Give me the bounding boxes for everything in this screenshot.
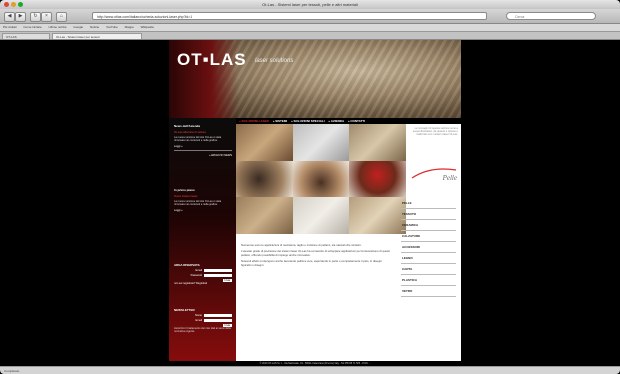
login-email-label: Email [195,269,203,272]
reload-button[interactable]: ↻ [30,12,41,22]
login-password-row: Password [174,274,232,277]
product-image-grid [236,124,406,234]
bookmark-item[interactable]: YouTube [106,25,118,29]
leather-image[interactable] [292,197,350,234]
category-item[interactable]: CARTA [401,264,456,275]
bookmark-item[interactable]: Wikipedia [141,25,154,29]
divider [174,150,232,152]
register-link[interactable]: non sei registrato? Registrati [174,282,232,285]
shoe-image[interactable] [349,160,406,198]
leather-image[interactable] [349,197,406,234]
leather-image[interactable] [236,197,293,234]
bookmarks-bar: Più visitati Come iniziare Ultime notizi… [0,24,620,32]
menu-item-sistemi[interactable]: » SISTEMI [273,119,288,123]
back-arrow-icon: ◀ [7,13,12,19]
content-paragraph: Numerose sono le applicazioni di marcatu… [241,243,362,247]
newsletter-name-label: Nome [195,314,202,317]
hero-banner: OT▪LAS laser solutions [169,40,461,118]
news-read-link[interactable]: Leggi » [174,145,232,148]
category-list: PELLE TESSUTO CERAMICA CALZATURE ACCESSO… [401,198,456,297]
news-archive-link[interactable]: » ARCHIVIO NEWS [174,154,232,157]
bookmark-item[interactable]: Google [73,25,83,29]
menu-item-azienda[interactable]: » AZIENDA [328,119,344,123]
tab-otlas[interactable]: OT-LAS [2,33,50,39]
login-button[interactable]: Invia [222,279,232,282]
news-heading: News dell'Azienda [174,124,201,128]
pelle-panel: Le immagini di questa sezione sono a sco… [406,124,461,192]
url-bar[interactable]: http://www.otlas.com/italiano/scheda-sol… [92,12,487,20]
search-input[interactable]: Cerca [506,12,596,20]
content-paragraph: L'elevato grado di precisione dei sistem… [241,249,390,257]
newsletter-name-field[interactable] [204,314,232,317]
featured-block: In primo piano Nuovi sistemi laser La nu… [174,188,232,212]
leather-image[interactable] [292,124,350,161]
featured-heading: In primo piano [174,188,195,192]
login-password-field[interactable] [204,274,232,277]
tab-strip: OT-LAS Ot-Las - Sistemi laser per tessut… [0,32,620,40]
bookmark-item[interactable]: Ultime notizie [49,25,67,29]
pelle-title: Pelle [442,174,457,182]
privacy-text: Autorizzo il trattamento dei miei dati a… [174,327,231,334]
home-button[interactable]: ⌂ [56,12,67,22]
leather-image[interactable] [349,124,406,161]
status-bar: Completato [0,366,620,374]
site-logo[interactable]: OT▪LAS [177,50,247,70]
navigation-toolbar: ◀ ▶ ↻ × ⌂ http://www.otlas.com/italiano/… [0,9,620,24]
left-sidebar: News dell'Azienda Ot-Las alla fiera di s… [169,118,236,366]
news-subheading: Ot-Las alla fiera di settore [174,130,207,134]
pelle-description: Le immagini di questa sezione sono a sco… [412,127,458,137]
category-item[interactable]: TESSUTO [401,209,456,220]
news-block: News dell'Azienda Ot-Las alla fiera di s… [174,124,232,157]
forward-button[interactable]: ▶ [15,12,26,22]
reserved-area-heading: AREA RISERVATA [174,263,200,267]
featured-read-link[interactable]: Leggi » [174,209,232,212]
newsletter-name-row: Nome [174,314,232,317]
shoe-image[interactable] [292,160,350,198]
bookmark-item[interactable]: Mappe [125,25,134,29]
login-password-label: Password [190,274,202,277]
reload-icon: ↻ [33,13,38,19]
bookmark-item[interactable]: Più visitati [3,25,17,29]
stop-icon: × [45,13,48,19]
bookmark-item[interactable]: Come iniziare [23,25,41,29]
back-button[interactable]: ◀ [4,12,15,22]
forward-arrow-icon: ▶ [18,13,23,19]
reserved-area-block: AREA RISERVATA Email Password Invia non … [174,263,232,285]
login-email-field[interactable] [204,269,232,272]
window-title: Ot-Las - Sistemi laser per tessuti, pell… [262,2,358,7]
shoe-image[interactable] [236,160,293,198]
logo-tagline: laser solutions [255,58,294,64]
category-item[interactable]: CERAMICA [401,220,456,231]
featured-subheading: Nuovi sistemi laser [174,194,198,198]
stop-button[interactable]: × [41,12,52,22]
category-item[interactable]: ACCESSORI [401,242,456,253]
menu-item-soluzioni-speciali[interactable]: » SOLUZIONI SPECIALI [291,119,325,123]
category-item[interactable]: LEGNO [401,253,456,264]
category-item[interactable]: CALZATURE [401,231,456,242]
home-icon: ⌂ [59,13,64,19]
main-content: Numerose sono le applicazioni di marcatu… [241,243,391,270]
newsletter-block: NEWSLETTER Nome Email Invia Autorizzo il… [174,308,232,333]
browser-window: Ot-Las - Sistemi laser per tessuti, pell… [0,0,620,374]
bookmark-item[interactable]: Notizie [90,25,99,29]
newsletter-email-row: Email [174,319,232,322]
newsletter-heading: NEWSLETTER [174,308,195,312]
category-item[interactable]: PLASTICA [401,275,456,286]
page-viewport: OT▪LAS laser solutions » SOLUZIONI LASER… [0,40,620,366]
website: OT▪LAS laser solutions » SOLUZIONI LASER… [169,40,461,366]
newsletter-email-label: Email [195,319,203,322]
tab-active[interactable]: Ot-Las - Sistemi laser per tessuti [52,33,142,39]
menu-item-contatti[interactable]: » CONTATTI [348,119,365,123]
category-item[interactable]: PELLE [401,198,456,209]
newsletter-email-field[interactable] [204,319,232,322]
leather-image[interactable] [236,124,293,161]
menu-item-soluzioni-laser[interactable]: » SOLUZIONI LASER [239,119,269,123]
content-paragraph: Notevoli effetti si ottengono anche lavo… [241,259,382,267]
featured-text: La nuova versione del sito Ot-Las è stat… [174,200,222,207]
category-item[interactable]: VETRO [401,286,456,297]
news-text: La nuova versione del sito Ot-Las è stat… [174,136,222,143]
login-email-row: Email [174,269,232,272]
